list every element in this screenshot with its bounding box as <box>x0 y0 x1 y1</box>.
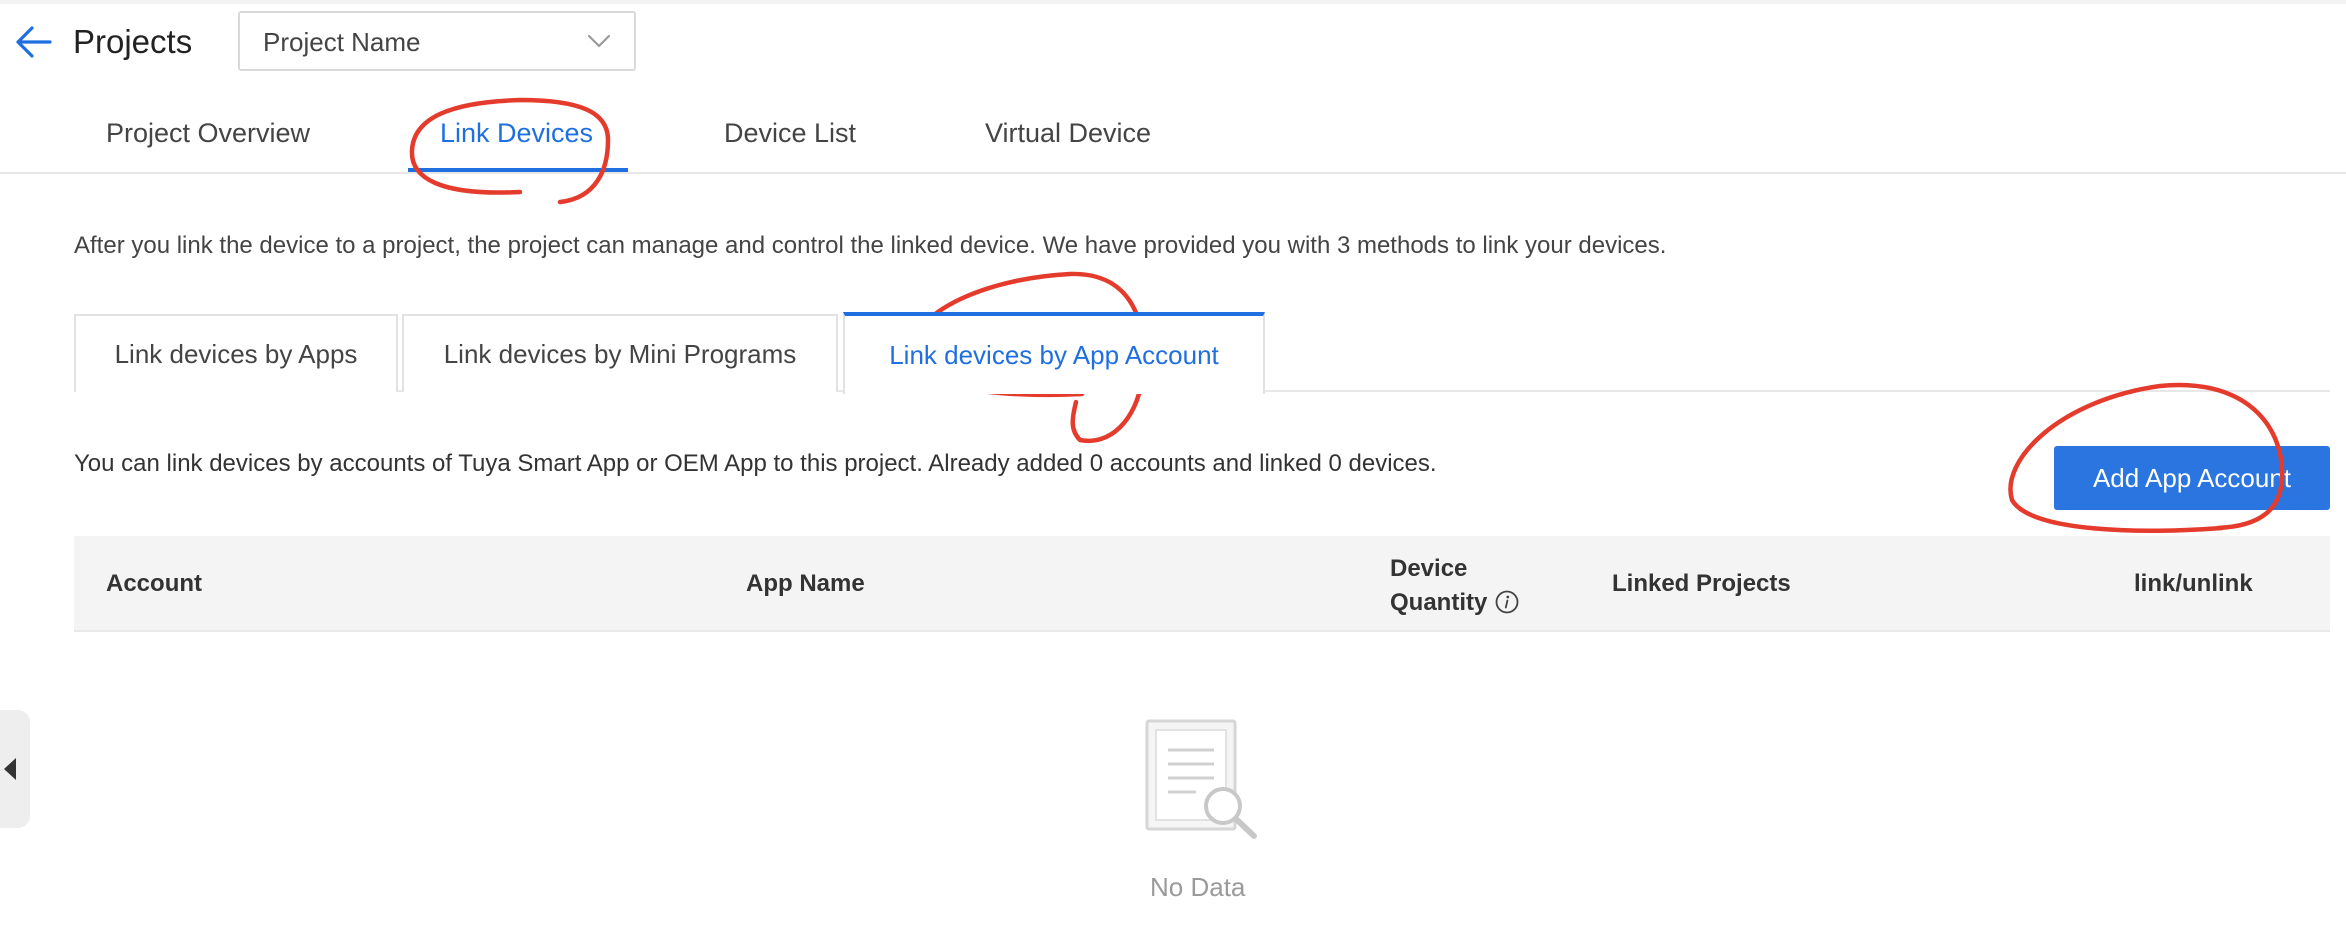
method-tab-app-account[interactable]: Link devices by App Account <box>843 312 1265 394</box>
account-info-text: You can link devices by accounts of Tuya… <box>74 450 1437 477</box>
top-tab-bar: Project Overview Link Devices Device Lis… <box>0 100 2346 174</box>
column-device-quantity: Device Quantity <box>1390 552 1519 620</box>
column-linked-projects: Linked Projects <box>1612 570 1791 597</box>
project-select-value: Project Name <box>263 27 421 57</box>
empty-document-search-icon <box>1145 719 1257 839</box>
project-select[interactable]: Project Name <box>238 11 636 71</box>
table-header: Account App Name Device Quantity Linked … <box>74 536 2330 632</box>
tab-link-devices[interactable]: Link Devices <box>440 118 593 149</box>
page-title: Projects <box>73 23 193 60</box>
column-account: Account <box>106 570 202 597</box>
chevron-down-icon <box>587 34 611 48</box>
column-device-quantity-line1: Device <box>1390 555 1468 582</box>
info-icon[interactable] <box>1495 590 1519 614</box>
intro-text: After you link the device to a project, … <box>74 232 1667 259</box>
top-border <box>0 0 2346 4</box>
method-tab-apps[interactable]: Link devices by Apps <box>74 314 398 392</box>
add-app-account-button[interactable]: Add App Account <box>2054 446 2330 510</box>
tab-device-list[interactable]: Device List <box>724 118 856 149</box>
column-device-quantity-line2: Quantity <box>1390 589 1488 616</box>
column-app-name: App Name <box>746 570 865 597</box>
method-tab-mini-programs[interactable]: Link devices by Mini Programs <box>402 314 838 392</box>
back-arrow-icon[interactable] <box>14 24 54 60</box>
column-link-unlink: link/unlink <box>2134 570 2253 597</box>
empty-state-text: No Data <box>1150 872 1246 902</box>
caret-left-icon <box>4 758 16 780</box>
tab-project-overview[interactable]: Project Overview <box>106 118 310 149</box>
tab-virtual-device[interactable]: Virtual Device <box>985 118 1151 149</box>
sidebar-collapse-handle[interactable] <box>0 710 30 828</box>
active-tab-indicator <box>408 168 628 172</box>
